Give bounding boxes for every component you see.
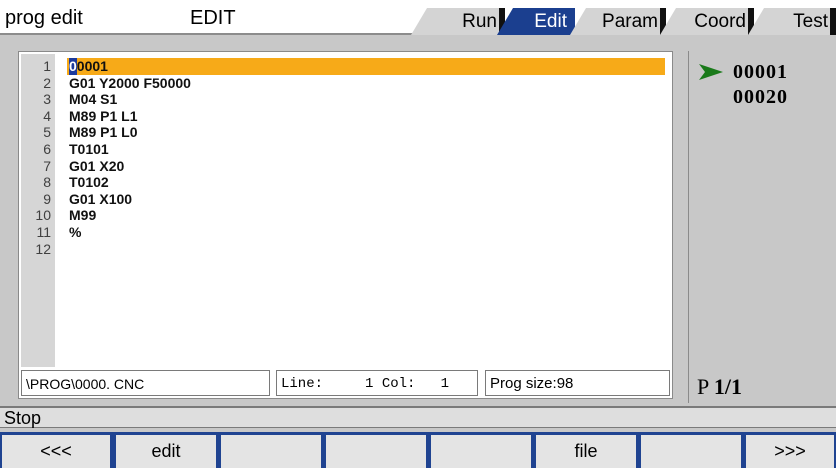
page-indicator: P 1/1 (697, 374, 742, 400)
line-number: 5 (43, 124, 51, 141)
softkey-edit[interactable]: edit (116, 435, 216, 468)
line-text[interactable]: G01 Y2000 F50000 (67, 75, 665, 92)
line-text[interactable]: T0101 (67, 141, 665, 158)
line-number: 1 (43, 58, 51, 74)
program-editor[interactable]: 1 00001 2 G01 Y2000 F50000 3 M04 S1 4 M8… (18, 51, 673, 399)
code-line[interactable]: 8 T0102 (21, 174, 671, 191)
tab-test[interactable]: Test (748, 8, 836, 35)
code-line[interactable]: 7 G01 X20 (21, 158, 671, 175)
line-number: 4 (43, 107, 51, 124)
line-text[interactable]: M89 P1 L1 (67, 108, 665, 125)
code-line[interactable]: 10 M99 (21, 207, 671, 224)
code-lines[interactable]: 1 00001 2 G01 Y2000 F50000 3 M04 S1 4 M8… (21, 58, 671, 257)
tab-separator (830, 8, 836, 35)
line-text[interactable]: G01 X100 (67, 191, 665, 208)
program-label: 00020 (733, 86, 788, 108)
tab-run[interactable]: Run (411, 8, 505, 35)
code-line[interactable]: 12 (21, 241, 671, 258)
line-col-indicator: Line: 1 Col: 1 (276, 370, 478, 396)
tab-run-label: Run (462, 11, 497, 32)
code-line[interactable]: 1 00001 (21, 58, 671, 75)
line-number: 12 (35, 240, 51, 257)
code-line[interactable]: 9 G01 X100 (21, 191, 671, 208)
line-number: 3 (43, 91, 51, 108)
page-prefix: P (697, 374, 714, 399)
code-line[interactable]: 5 M89 P1 L0 (21, 124, 671, 141)
line-number: 2 (43, 74, 51, 91)
softkey-prev[interactable]: <<< (2, 435, 110, 468)
line-text[interactable]: % (67, 224, 665, 241)
code-line[interactable]: 4 M89 P1 L1 (21, 108, 671, 125)
softkey-bar: <<< edit file >>> (0, 432, 836, 468)
line-text[interactable]: M99 (67, 207, 665, 224)
tab-param-label: Param (602, 11, 658, 32)
tab-edit-label: Edit (534, 11, 567, 32)
program-item-00001[interactable]: 00001 (689, 60, 824, 84)
softkey-7[interactable] (641, 435, 741, 468)
line-number: 10 (35, 207, 51, 224)
machine-status-bar: Stop (0, 406, 836, 428)
line-number: 9 (43, 190, 51, 207)
line-number: 8 (43, 174, 51, 191)
code-line[interactable]: 6 T0101 (21, 141, 671, 158)
softkey-4[interactable] (326, 435, 426, 468)
code-line[interactable]: 11 % (21, 224, 671, 241)
editor-status-row: \PROG\0000. CNC Line: 1 Col: 1 Prog size… (21, 370, 671, 396)
text-cursor: 0 (69, 58, 77, 75)
tab-coord[interactable]: Coord (660, 8, 754, 35)
softkey-5[interactable] (431, 435, 531, 468)
tab-coord-label: Coord (694, 11, 746, 32)
line-text[interactable]: M89 P1 L0 (67, 124, 665, 141)
page-number: 1/1 (713, 374, 743, 399)
file-path: \PROG\0000. CNC (21, 370, 270, 396)
line-number: 11 (36, 223, 51, 240)
line-number: 7 (43, 157, 51, 174)
line-text[interactable]: T0102 (67, 174, 665, 191)
code-line[interactable]: 2 G01 Y2000 F50000 (21, 75, 671, 92)
program-list-panel: 00001 00020 P 1/1 (688, 51, 823, 403)
tab-param[interactable]: Param (570, 8, 666, 35)
prog-size: Prog size:98 (485, 370, 670, 396)
tab-edit[interactable]: Edit (497, 8, 575, 35)
softkey-3[interactable] (221, 435, 321, 468)
line-number: 6 (43, 140, 51, 157)
line-text[interactable]: M04 S1 (67, 91, 665, 108)
tab-bar: Run Edit Param Coord Test (0, 0, 836, 35)
machine-status: Stop (4, 408, 42, 428)
program-label: 00001 (733, 61, 788, 83)
selected-arrow-icon (699, 64, 723, 80)
code-line[interactable]: 3 M04 S1 (21, 91, 671, 108)
program-item-00020[interactable]: 00020 (689, 85, 824, 109)
softkey-file[interactable]: file (536, 435, 636, 468)
top-bar: prog edit EDIT Run Edit Param Coord Test (0, 0, 836, 35)
tab-test-label: Test (793, 11, 828, 32)
line-code: 0001 (76, 58, 108, 74)
line-text[interactable]: 00001 (67, 58, 665, 75)
softkey-next[interactable]: >>> (746, 435, 834, 468)
line-text[interactable]: G01 X20 (67, 158, 665, 175)
